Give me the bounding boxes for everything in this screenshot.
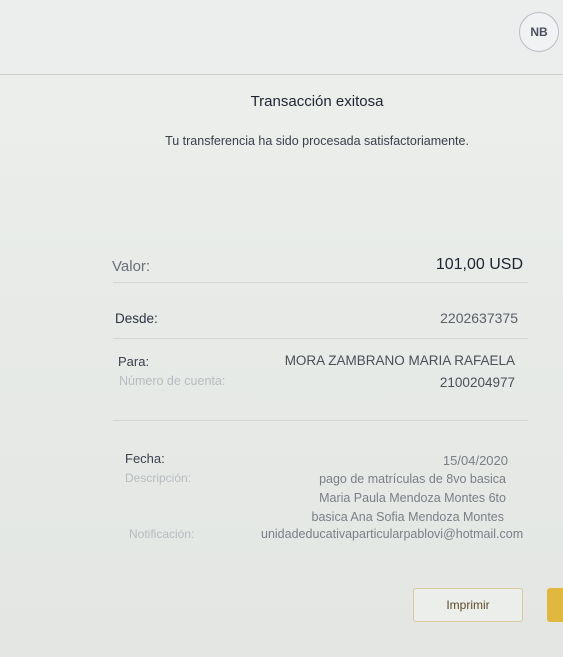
amount-label: Valor:	[112, 258, 151, 275]
transfer-receipt-screen: NB Transacción exitosa Tu transferencia …	[0, 0, 563, 657]
notification-label: Notificación:	[129, 527, 195, 541]
description-line: Maria Paula Mendoza Montes 6to	[319, 491, 506, 505]
to-name-value: MORA ZAMBRANO MARIA RAFAELA	[284, 353, 515, 368]
account-number-value: 2100204977	[439, 375, 515, 390]
description-label: Descripción:	[125, 471, 192, 485]
primary-action-button[interactable]	[547, 588, 563, 622]
from-account-value: 2202637375	[440, 310, 518, 326]
date-value: 15/04/2020	[442, 453, 508, 468]
amount-value: 101,00 USD	[435, 256, 523, 273]
from-label: Desde:	[115, 311, 158, 326]
divider	[113, 338, 528, 339]
success-message: Tu transferencia ha sido procesada satis…	[165, 134, 469, 148]
description-line: basica Ana Sofia Mendoza Montes	[311, 510, 504, 524]
description-line: pago de matrículas de 8vo basica	[319, 472, 506, 486]
page-title: Transacción exitosa	[250, 93, 384, 110]
user-avatar[interactable]: NB	[519, 12, 559, 52]
divider	[113, 420, 528, 421]
account-number-label: Número de cuenta:	[119, 374, 226, 388]
print-button[interactable]: Imprimir	[413, 588, 523, 622]
date-label: Fecha:	[125, 451, 165, 466]
divider	[113, 282, 528, 283]
notification-email-value: unidadeducativaparticularpablovi@hotmail…	[261, 527, 524, 541]
to-label: Para:	[118, 354, 150, 369]
top-bar: NB	[0, 0, 563, 75]
